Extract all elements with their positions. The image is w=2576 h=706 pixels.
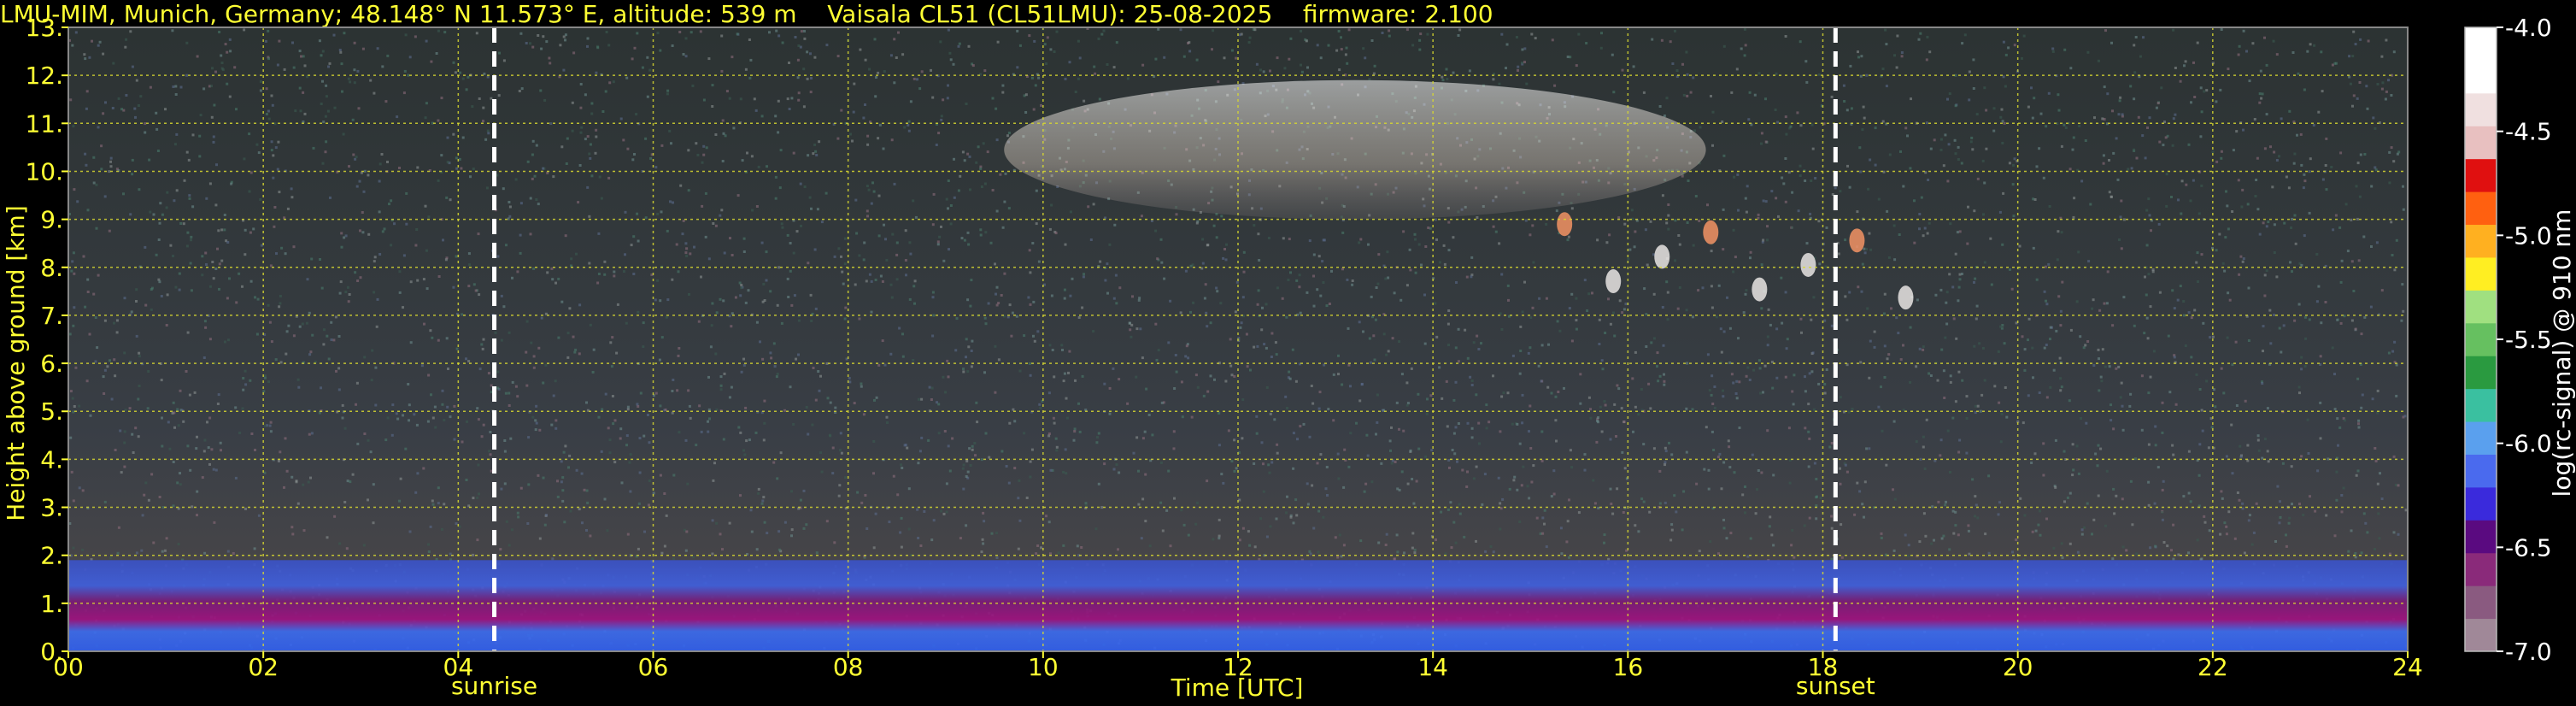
colorbar-tick-label: -5.5	[2505, 326, 2552, 354]
feature-cirrus-cloud	[1004, 79, 1706, 220]
y-tick-label: 6.	[40, 350, 63, 378]
y-tick-label: 1.	[40, 590, 63, 618]
x-tick-label: 16	[1613, 653, 1644, 681]
x-tick-label: 12	[1223, 653, 1253, 681]
y-tick-label: 10.	[25, 157, 63, 185]
colorbar-tick-label: -4.5	[2505, 118, 2552, 146]
y-tick-label: 12.	[25, 62, 63, 90]
x-tick-label: 20	[2003, 653, 2033, 681]
x-tick-label: 24	[2392, 653, 2423, 681]
backscatter-plot: sunrise sunset00 02 04 06 08 10 12 14 16 18 20 22 240…	[25, 14, 2552, 700]
y-tick-label: 2.	[40, 542, 63, 570]
x-tick-label: 14	[1417, 653, 1448, 681]
y-tick-label: 4.	[40, 445, 63, 474]
ceilometer-figure: LMU-MIM, Munich, Germany; 48.148° N 11.5…	[0, 0, 2576, 706]
x-tick-label: 04	[443, 653, 474, 681]
x-tick-label: 22	[2198, 653, 2228, 681]
y-tick-label: 13.	[25, 14, 63, 42]
y-tick-label: 8.	[40, 254, 63, 282]
x-tick-label: 10	[1028, 653, 1059, 681]
colorbar-tick-label: -7.0	[2505, 638, 2552, 666]
x-tick-label: 06	[638, 653, 669, 681]
colorbar-tick-label: -6.5	[2505, 533, 2552, 562]
colorbar	[2464, 26, 2497, 652]
colorbar-tick-label: -4.0	[2505, 14, 2552, 42]
x-tick-label: 08	[833, 653, 864, 681]
x-tick-label: 02	[248, 653, 279, 681]
y-tick-label: 0.	[40, 638, 63, 666]
colorbar-tick-label: -5.0	[2505, 221, 2552, 250]
colorbar-tick-label: -6.0	[2505, 430, 2552, 458]
y-tick-label: 5.	[40, 397, 63, 426]
y-tick-label: 3.	[40, 494, 63, 522]
x-tick-label: 18	[1808, 653, 1839, 681]
y-tick-label: 9.	[40, 206, 63, 234]
y-tick-label: 11.	[25, 109, 63, 138]
y-tick-label: 7.	[40, 302, 63, 330]
